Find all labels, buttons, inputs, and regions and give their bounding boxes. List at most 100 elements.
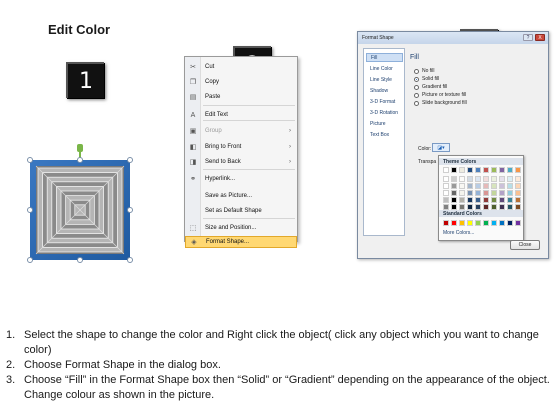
theme-color-swatch[interactable] — [475, 190, 481, 196]
theme-color-swatch[interactable] — [499, 204, 505, 210]
close-button[interactable]: Close — [510, 240, 540, 250]
theme-color-swatch[interactable] — [475, 197, 481, 203]
theme-color-swatch[interactable] — [483, 183, 489, 189]
fill-option-gradient-fill[interactable]: Gradient fill — [414, 84, 447, 90]
theme-color-swatch[interactable] — [459, 183, 465, 189]
theme-color-swatch[interactable] — [515, 197, 521, 203]
fill-option-solid-fill[interactable]: Solid fill — [414, 76, 439, 82]
resize-handle-tc[interactable] — [77, 157, 83, 163]
theme-color-swatch[interactable] — [443, 176, 449, 182]
theme-color-swatch[interactable] — [515, 167, 521, 173]
radio-button[interactable] — [414, 68, 419, 74]
theme-color-swatch[interactable] — [451, 167, 457, 173]
standard-color-swatch[interactable] — [443, 220, 449, 226]
nav-item-shadow[interactable]: Shadow — [366, 86, 403, 95]
theme-color-swatch[interactable] — [459, 167, 465, 173]
menu-item-cut[interactable]: ✂ Cut — [185, 61, 297, 73]
menu-item-group[interactable]: ▣ Group › — [185, 125, 297, 137]
fill-option-picture-or-texture-fill[interactable]: Picture or texture fill — [414, 92, 466, 98]
radio-button[interactable] — [414, 84, 419, 90]
selected-shape[interactable] — [27, 144, 133, 264]
theme-color-swatch[interactable] — [467, 197, 473, 203]
theme-color-swatch[interactable] — [451, 176, 457, 182]
theme-color-swatch[interactable] — [483, 167, 489, 173]
menu-item-save-as-picture[interactable]: Save as Picture... — [185, 190, 297, 202]
fill-option-slide-background-fill[interactable]: Slide background fill — [414, 100, 467, 106]
menu-item-set-as-default-shape[interactable]: Set as Default Shape — [185, 205, 297, 217]
theme-color-swatch[interactable] — [443, 190, 449, 196]
theme-color-swatch[interactable] — [451, 204, 457, 210]
theme-color-swatch[interactable] — [483, 204, 489, 210]
theme-color-swatch[interactable] — [499, 197, 505, 203]
theme-color-swatch[interactable] — [515, 190, 521, 196]
theme-color-swatch[interactable] — [515, 176, 521, 182]
theme-color-swatch[interactable] — [491, 183, 497, 189]
theme-color-swatch[interactable] — [459, 204, 465, 210]
theme-color-swatch[interactable] — [483, 176, 489, 182]
theme-color-swatch[interactable] — [459, 197, 465, 203]
standard-color-swatch[interactable] — [507, 220, 513, 226]
menu-item-bring-to-front[interactable]: ◧ Bring to Front › — [185, 141, 297, 153]
theme-color-swatch[interactable] — [443, 204, 449, 210]
fill-option-no-fill[interactable]: No fill — [414, 68, 435, 74]
theme-color-swatch[interactable] — [491, 204, 497, 210]
resize-handle-tr[interactable] — [127, 157, 133, 163]
theme-color-swatch[interactable] — [499, 167, 505, 173]
pyramid-shape[interactable] — [28, 158, 132, 262]
theme-color-swatch[interactable] — [467, 190, 473, 196]
theme-color-swatch[interactable] — [475, 183, 481, 189]
nav-item-line-style[interactable]: Line Style — [366, 75, 403, 84]
theme-color-swatch[interactable] — [491, 190, 497, 196]
theme-color-swatch[interactable] — [443, 167, 449, 173]
theme-color-swatch[interactable] — [491, 176, 497, 182]
theme-color-swatch[interactable] — [467, 183, 473, 189]
theme-color-swatch[interactable] — [507, 190, 513, 196]
standard-color-swatch[interactable] — [467, 220, 473, 226]
resize-handle-br[interactable] — [127, 257, 133, 263]
standard-color-swatch[interactable] — [451, 220, 457, 226]
menu-item-send-to-back[interactable]: ◨ Send to Back › — [185, 156, 297, 168]
standard-color-swatch[interactable] — [475, 220, 481, 226]
radio-button[interactable] — [414, 76, 419, 82]
theme-color-swatch[interactable] — [491, 167, 497, 173]
theme-color-swatch[interactable] — [515, 204, 521, 210]
theme-color-swatch[interactable] — [451, 197, 457, 203]
theme-color-swatch[interactable] — [499, 190, 505, 196]
nav-item-picture[interactable]: Picture — [366, 119, 403, 128]
more-colors-link[interactable]: More Colors... — [443, 230, 474, 236]
menu-item-hyperlink[interactable]: ⚭ Hyperlink... — [185, 173, 297, 185]
nav-item-line-color[interactable]: Line Color — [366, 64, 403, 73]
radio-button[interactable] — [414, 100, 419, 106]
theme-color-swatch[interactable] — [507, 183, 513, 189]
standard-color-swatch[interactable] — [483, 220, 489, 226]
help-icon[interactable]: ? — [523, 34, 533, 41]
theme-color-swatch[interactable] — [467, 176, 473, 182]
theme-color-swatch[interactable] — [507, 167, 513, 173]
standard-color-swatch[interactable] — [491, 220, 497, 226]
theme-color-swatch[interactable] — [451, 183, 457, 189]
close-icon[interactable]: X — [535, 34, 545, 41]
nav-item-3-d-rotation[interactable]: 3-D Rotation — [366, 108, 403, 117]
resize-handle-ml[interactable] — [27, 207, 33, 213]
theme-color-swatch[interactable] — [499, 176, 505, 182]
nav-item-3-d-format[interactable]: 3-D Format — [366, 97, 403, 106]
menu-item-size-and-position[interactable]: ⬚ Size and Position... — [185, 222, 297, 234]
menu-item-paste[interactable]: ▤ Paste — [185, 91, 297, 103]
theme-color-swatch[interactable] — [475, 176, 481, 182]
nav-item-fill[interactable]: Fill — [366, 53, 403, 62]
standard-color-swatch[interactable] — [459, 220, 465, 226]
resize-handle-bl[interactable] — [27, 257, 33, 263]
theme-color-swatch[interactable] — [467, 204, 473, 210]
theme-color-swatch[interactable] — [483, 190, 489, 196]
theme-color-swatch[interactable] — [515, 183, 521, 189]
resize-handle-mr[interactable] — [127, 207, 133, 213]
menu-item-format-shape[interactable]: ◈ Format Shape... — [185, 236, 297, 248]
nav-item-text-box[interactable]: Text Box — [366, 130, 403, 139]
theme-color-swatch[interactable] — [475, 204, 481, 210]
standard-color-swatch[interactable] — [515, 220, 521, 226]
menu-item-copy[interactable]: ❐ Copy — [185, 76, 297, 88]
theme-color-swatch[interactable] — [443, 183, 449, 189]
rotation-handle[interactable] — [77, 144, 83, 152]
theme-color-swatch[interactable] — [459, 176, 465, 182]
theme-color-swatch[interactable] — [507, 176, 513, 182]
